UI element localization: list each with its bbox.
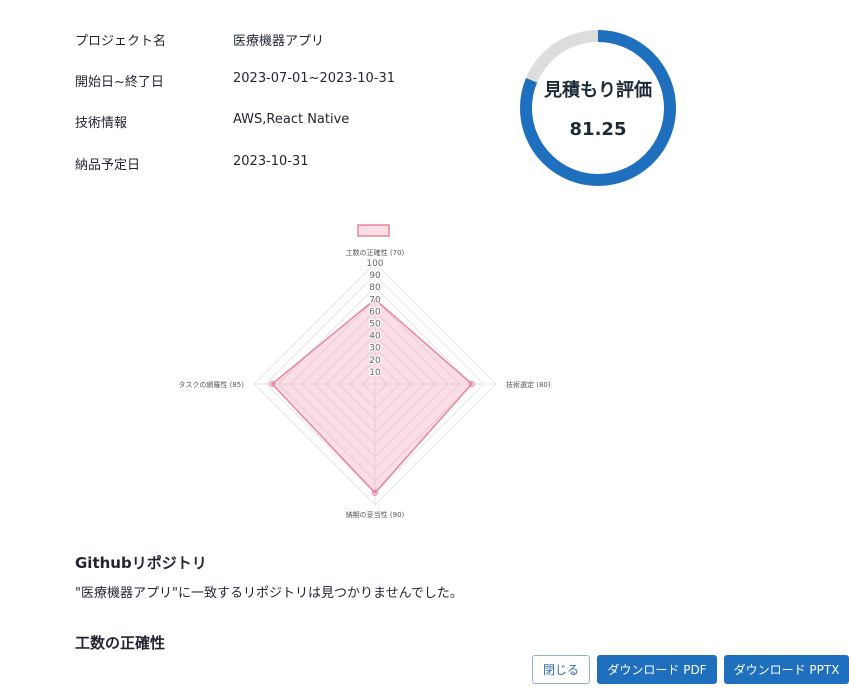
radar-tick-label: 70 bbox=[369, 295, 381, 305]
project-name-label: プロジェクト名 bbox=[75, 34, 167, 49]
radar-tick-label: 90 bbox=[369, 271, 381, 281]
radar-category-label: タスクの網羅性 (85) bbox=[178, 380, 244, 389]
github-message: "医療機器アプリ"に一致するリポジトリは見つかりませんでした。 bbox=[75, 586, 463, 601]
radar-category-label: 工数の正確性 (70) bbox=[346, 248, 405, 257]
radar-tick-label: 30 bbox=[369, 344, 381, 354]
radar-tick-label: 10 bbox=[369, 368, 381, 378]
radar-category-label: 技術選定 (80) bbox=[506, 380, 551, 389]
tech-value: AWS,React Native bbox=[233, 112, 350, 127]
radar-tick-label: 80 bbox=[369, 283, 381, 293]
radar-tick-label: 40 bbox=[369, 332, 381, 342]
radar-point bbox=[372, 489, 378, 496]
radar-chart: 10 20 30 40 50 60 70 80 90 100 工数の正確性 (70) 技術選定 (80… bbox=[178, 224, 551, 519]
score-title: 見積もり評価 bbox=[544, 80, 652, 101]
score-ring bbox=[520, 30, 676, 186]
close-button[interactable]: 閉じる bbox=[532, 655, 590, 684]
period-value: 2023-07-01~2023-10-31 bbox=[233, 71, 395, 86]
radar-point bbox=[468, 381, 475, 387]
radar-tick-label: 60 bbox=[369, 307, 381, 317]
radar-tick-label: 100 bbox=[366, 259, 383, 269]
radar-category-label: 納期の妥当性 (90) bbox=[346, 510, 405, 519]
download-pptx-button[interactable]: ダウンロード PPTX bbox=[724, 655, 849, 684]
score-value: 81.25 bbox=[569, 119, 627, 140]
delivery-label: 納品予定日 bbox=[75, 158, 141, 173]
github-section-title: Githubリポジトリ bbox=[75, 554, 207, 572]
delivery-value: 2023-10-31 bbox=[233, 154, 309, 169]
download-pdf-button[interactable]: ダウンロード PDF bbox=[597, 655, 717, 684]
radar-tick-label: 50 bbox=[369, 320, 381, 330]
legend-swatch bbox=[357, 224, 390, 237]
project-name-value: 医療機器アプリ bbox=[233, 34, 325, 49]
radar-tick-label: 20 bbox=[369, 356, 381, 366]
radar-point bbox=[269, 381, 276, 387]
tech-label: 技術情報 bbox=[75, 116, 128, 131]
period-label: 開始日~終了日 bbox=[75, 75, 164, 90]
accuracy-section-title: 工数の正確性 bbox=[75, 634, 166, 652]
